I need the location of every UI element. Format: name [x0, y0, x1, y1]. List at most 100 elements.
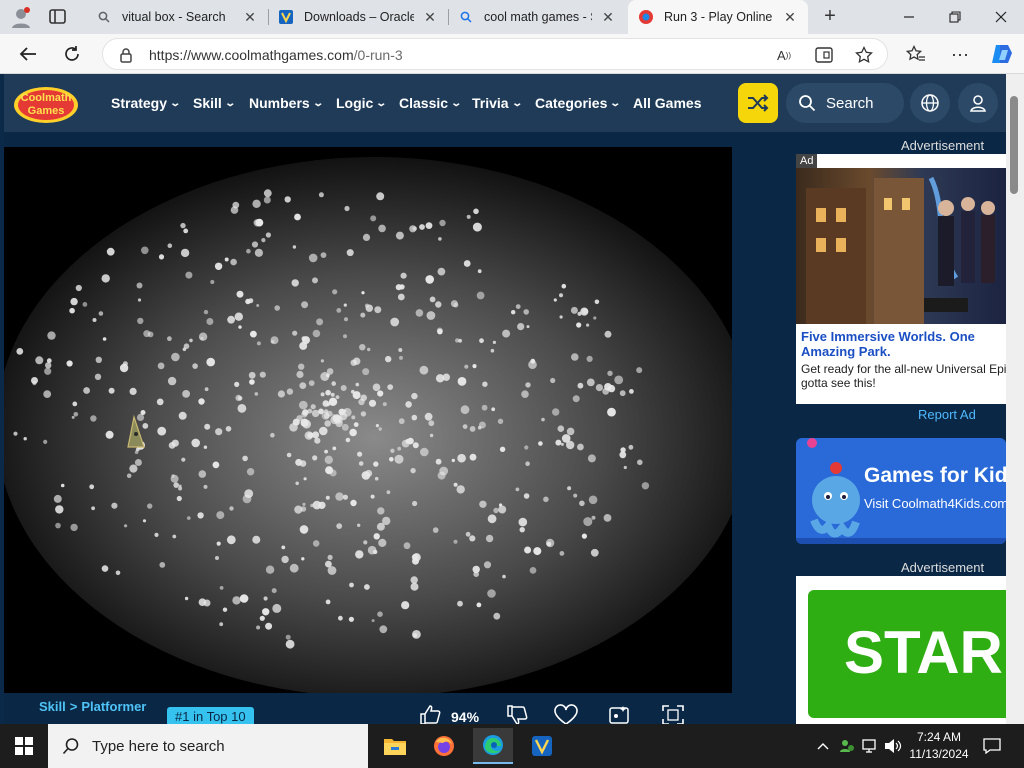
star: [566, 440, 575, 450]
tab-run-3-active[interactable]: Run 3 - Play Online at Coolmath Games ✕: [628, 0, 808, 34]
star: [92, 318, 97, 322]
show-hidden-icons-icon[interactable]: [812, 724, 834, 768]
star: [284, 196, 291, 203]
page-scrollbar[interactable]: [1006, 74, 1024, 724]
star: [171, 474, 175, 478]
virtualbox-icon[interactable]: [522, 728, 562, 764]
game-canvas[interactable]: [4, 147, 732, 693]
tab-vitual-box-search[interactable]: vitual box - Search ✕: [86, 0, 268, 34]
scrollbar-thumb[interactable]: [1010, 96, 1018, 194]
tab-actions-icon[interactable]: [48, 8, 68, 26]
star: [198, 332, 208, 341]
thumbs-down-icon[interactable]: [504, 704, 530, 724]
site-search-button[interactable]: Search: [786, 83, 904, 123]
nav-strategy[interactable]: Strategy ⌄: [111, 74, 181, 132]
star: [582, 308, 589, 315]
tab-downloads-oracle[interactable]: Downloads – Oracle VirtualBox ✕: [268, 0, 448, 34]
app-available-icon[interactable]: [813, 45, 835, 65]
star: [299, 382, 307, 389]
volume-icon[interactable]: [882, 724, 904, 768]
star: [533, 547, 542, 556]
nav-trivia[interactable]: Trivia ⌄: [472, 74, 523, 132]
star: [326, 373, 330, 378]
windows-start-icon[interactable]: [0, 724, 48, 768]
address-bar[interactable]: https://www.coolmathgames.com/0-run-3 A)…: [102, 38, 888, 70]
nav-numbers[interactable]: Numbers ⌄: [249, 74, 324, 132]
user-tray-icon[interactable]: [836, 724, 858, 768]
read-aloud-icon[interactable]: A)): [773, 45, 795, 65]
game-scene: [4, 147, 732, 693]
top10-badge[interactable]: #1 in Top 10: [167, 707, 254, 724]
nav-logic[interactable]: Logic ⌄: [336, 74, 387, 132]
breadcrumb-platformer-link[interactable]: Platformer: [81, 699, 146, 714]
fullscreen-icon[interactable]: [660, 704, 686, 724]
tab-close-icon[interactable]: ✕: [242, 9, 258, 26]
chevron-down-icon: ⌄: [312, 97, 324, 109]
lock-icon[interactable]: [119, 47, 133, 68]
copilot-icon[interactable]: [988, 40, 1016, 68]
screenshot-sparkle-icon[interactable]: [607, 704, 633, 724]
star: [106, 247, 115, 256]
close-window-icon[interactable]: [978, 0, 1024, 34]
star: [16, 348, 24, 355]
tab-cool-math-games-search[interactable]: cool math games - Search ✕: [448, 0, 626, 34]
language-globe-button[interactable]: [910, 83, 950, 123]
thumbs-up-icon[interactable]: [417, 704, 443, 724]
star: [398, 418, 405, 425]
favorites-icon[interactable]: [902, 40, 930, 68]
star: [350, 499, 357, 507]
universal-ad[interactable]: Ad Five Immersive Worlds. One Amazing Pa…: [796, 154, 1006, 404]
star: [157, 426, 167, 436]
ad-headline[interactable]: Five Immersive Worlds. One Amazing Park.: [801, 329, 1006, 359]
network-icon[interactable]: [860, 724, 882, 768]
star: [318, 501, 326, 509]
restore-icon[interactable]: [932, 0, 978, 34]
chevron-down-icon: ⌄: [510, 97, 523, 109]
tab-close-icon[interactable]: ✕: [782, 9, 798, 26]
star: [637, 459, 643, 466]
star: [497, 418, 504, 424]
file-explorer-icon[interactable]: [375, 728, 415, 764]
kids-title: Games for Kids: [864, 464, 1006, 487]
back-icon[interactable]: [14, 40, 42, 68]
nav-classic[interactable]: Classic ⌄: [399, 74, 462, 132]
nav-skill[interactable]: Skill ⌄: [193, 74, 236, 132]
star: [371, 619, 375, 623]
refresh-icon[interactable]: [58, 40, 86, 68]
star: [493, 612, 501, 620]
star: [158, 254, 165, 260]
system-clock[interactable]: 7:24 AM 11/13/2024: [904, 729, 974, 763]
star: [137, 317, 144, 325]
like-percentage: 94%: [451, 709, 480, 724]
star: [101, 565, 109, 572]
nav-all-games[interactable]: All Games: [633, 74, 701, 132]
breadcrumb-skill-link[interactable]: Skill: [39, 699, 66, 714]
star: [432, 527, 439, 533]
star: [524, 546, 532, 554]
account-button[interactable]: [958, 83, 998, 123]
report-ad-link[interactable]: Report Ad: [918, 407, 976, 422]
star: [604, 383, 612, 391]
star: [525, 461, 530, 467]
tab-close-icon[interactable]: ✕: [600, 9, 616, 26]
heart-icon[interactable]: [553, 704, 579, 724]
notifications-icon[interactable]: [980, 724, 1004, 768]
edge-icon[interactable]: [473, 728, 513, 764]
star: [410, 467, 416, 474]
star: [576, 322, 582, 328]
star: [481, 404, 488, 411]
minimize-icon[interactable]: [886, 0, 932, 34]
random-game-button[interactable]: [738, 83, 778, 123]
favorite-star-icon[interactable]: [853, 45, 875, 65]
firefox-icon[interactable]: [424, 728, 464, 764]
nav-categories[interactable]: Categories ⌄: [535, 74, 621, 132]
taskbar-search-box[interactable]: Type here to search: [48, 724, 368, 768]
start-ad[interactable]: STAR: [796, 576, 1006, 724]
coolmath4kids-banner[interactable]: Games for Kids Visit Coolmath4Kids.com: [796, 438, 1006, 544]
profile-icon[interactable]: [10, 6, 32, 28]
tab-close-icon[interactable]: ✕: [422, 9, 438, 26]
new-tab-button[interactable]: +: [819, 6, 841, 28]
more-options-icon[interactable]: ···: [946, 40, 974, 68]
coolmath-logo[interactable]: Coolmath Games: [12, 81, 80, 125]
star: [425, 275, 435, 284]
